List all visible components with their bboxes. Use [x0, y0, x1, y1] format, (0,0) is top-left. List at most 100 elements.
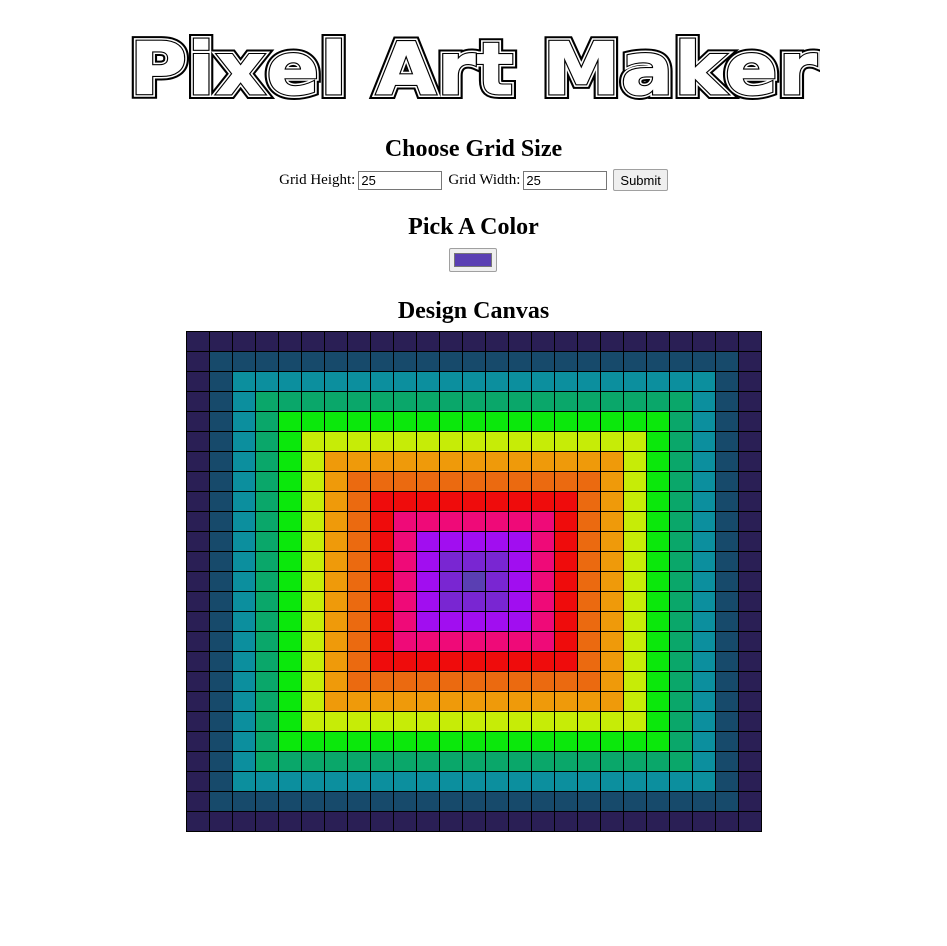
- canvas-cell[interactable]: [301, 391, 325, 412]
- canvas-cell[interactable]: [646, 791, 670, 812]
- grid-height-input[interactable]: [358, 170, 443, 190]
- canvas-cell[interactable]: [278, 611, 302, 632]
- canvas-cell[interactable]: [692, 371, 716, 392]
- canvas-cell[interactable]: [623, 411, 647, 432]
- canvas-cell[interactable]: [623, 471, 647, 492]
- canvas-cell[interactable]: [186, 371, 210, 392]
- canvas-cell[interactable]: [301, 691, 325, 712]
- canvas-cell[interactable]: [209, 591, 233, 612]
- canvas-cell[interactable]: [416, 771, 440, 792]
- canvas-cell[interactable]: [209, 711, 233, 732]
- canvas-cell[interactable]: [439, 691, 463, 712]
- canvas-cell[interactable]: [623, 531, 647, 552]
- canvas-cell[interactable]: [531, 651, 555, 672]
- submit-button[interactable]: Submit: [613, 169, 668, 191]
- canvas-cell[interactable]: [439, 531, 463, 552]
- canvas-cell[interactable]: [278, 591, 302, 612]
- canvas-cell[interactable]: [692, 451, 716, 472]
- canvas-cell[interactable]: [577, 791, 601, 812]
- canvas-cell[interactable]: [577, 451, 601, 472]
- canvas-cell[interactable]: [692, 611, 716, 632]
- canvas-cell[interactable]: [462, 811, 486, 832]
- canvas-cell[interactable]: [577, 711, 601, 732]
- canvas-cell[interactable]: [278, 651, 302, 672]
- canvas-cell[interactable]: [508, 811, 532, 832]
- canvas-cell[interactable]: [462, 351, 486, 372]
- canvas-cell[interactable]: [508, 371, 532, 392]
- canvas-cell[interactable]: [370, 711, 394, 732]
- canvas-cell[interactable]: [715, 771, 739, 792]
- canvas-cell[interactable]: [301, 731, 325, 752]
- canvas-cell[interactable]: [301, 611, 325, 632]
- canvas-cell[interactable]: [347, 771, 371, 792]
- canvas-cell[interactable]: [485, 711, 509, 732]
- canvas-cell[interactable]: [255, 751, 279, 772]
- canvas-cell[interactable]: [347, 691, 371, 712]
- canvas-cell[interactable]: [439, 351, 463, 372]
- canvas-cell[interactable]: [462, 431, 486, 452]
- canvas-cell[interactable]: [577, 631, 601, 652]
- canvas-cell[interactable]: [416, 651, 440, 672]
- canvas-cell[interactable]: [324, 791, 348, 812]
- canvas-cell[interactable]: [554, 731, 578, 752]
- canvas-cell[interactable]: [554, 811, 578, 832]
- canvas-cell[interactable]: [393, 691, 417, 712]
- canvas-cell[interactable]: [255, 331, 279, 352]
- canvas-cell[interactable]: [508, 591, 532, 612]
- canvas-cell[interactable]: [715, 591, 739, 612]
- canvas-cell[interactable]: [623, 511, 647, 532]
- canvas-cell[interactable]: [370, 411, 394, 432]
- canvas-cell[interactable]: [462, 331, 486, 352]
- canvas-cell[interactable]: [370, 791, 394, 812]
- canvas-cell[interactable]: [715, 531, 739, 552]
- canvas-cell[interactable]: [324, 371, 348, 392]
- canvas-cell[interactable]: [646, 771, 670, 792]
- canvas-cell[interactable]: [439, 811, 463, 832]
- canvas-cell[interactable]: [692, 711, 716, 732]
- canvas-cell[interactable]: [301, 451, 325, 472]
- canvas-cell[interactable]: [531, 491, 555, 512]
- canvas-cell[interactable]: [692, 671, 716, 692]
- canvas-cell[interactable]: [600, 371, 624, 392]
- canvas-cell[interactable]: [278, 711, 302, 732]
- canvas-cell[interactable]: [554, 691, 578, 712]
- canvas-cell[interactable]: [485, 671, 509, 692]
- canvas-cell[interactable]: [669, 631, 693, 652]
- canvas-cell[interactable]: [600, 671, 624, 692]
- canvas-cell[interactable]: [186, 651, 210, 672]
- canvas-cell[interactable]: [600, 431, 624, 452]
- canvas-cell[interactable]: [715, 471, 739, 492]
- canvas-cell[interactable]: [692, 651, 716, 672]
- canvas-cell[interactable]: [186, 511, 210, 532]
- canvas-cell[interactable]: [577, 531, 601, 552]
- canvas-cell[interactable]: [347, 411, 371, 432]
- canvas-cell[interactable]: [462, 531, 486, 552]
- canvas-cell[interactable]: [209, 491, 233, 512]
- canvas-cell[interactable]: [669, 791, 693, 812]
- canvas-cell[interactable]: [393, 451, 417, 472]
- canvas-cell[interactable]: [186, 531, 210, 552]
- canvas-cell[interactable]: [439, 491, 463, 512]
- canvas-cell[interactable]: [347, 351, 371, 372]
- canvas-cell[interactable]: [416, 631, 440, 652]
- canvas-cell[interactable]: [209, 671, 233, 692]
- canvas-cell[interactable]: [209, 451, 233, 472]
- canvas-cell[interactable]: [416, 591, 440, 612]
- canvas-cell[interactable]: [301, 551, 325, 572]
- canvas-cell[interactable]: [715, 751, 739, 772]
- canvas-cell[interactable]: [623, 431, 647, 452]
- canvas-cell[interactable]: [393, 391, 417, 412]
- canvas-cell[interactable]: [393, 531, 417, 552]
- canvas-cell[interactable]: [508, 331, 532, 352]
- canvas-cell[interactable]: [646, 391, 670, 412]
- canvas-cell[interactable]: [738, 491, 762, 512]
- canvas-cell[interactable]: [370, 431, 394, 452]
- canvas-cell[interactable]: [531, 771, 555, 792]
- canvas-cell[interactable]: [416, 451, 440, 472]
- canvas-cell[interactable]: [646, 431, 670, 452]
- canvas-cell[interactable]: [554, 651, 578, 672]
- canvas-cell[interactable]: [416, 531, 440, 552]
- canvas-cell[interactable]: [416, 371, 440, 392]
- canvas-cell[interactable]: [692, 351, 716, 372]
- canvas-cell[interactable]: [393, 611, 417, 632]
